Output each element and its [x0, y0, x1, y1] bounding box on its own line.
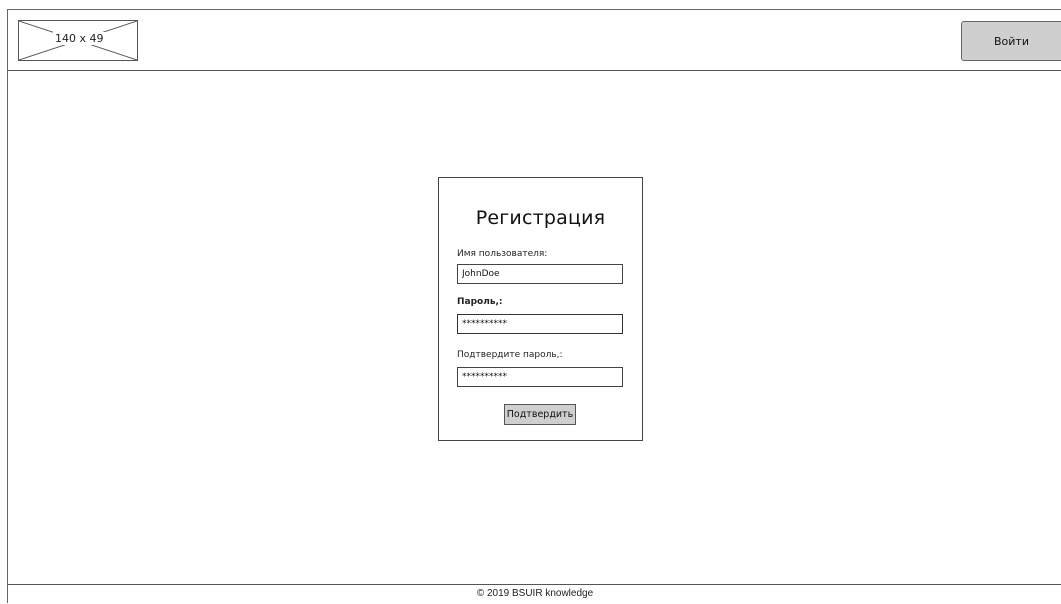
- username-input[interactable]: [457, 264, 623, 284]
- confirm-password-label: Подтвердите пароль,:: [457, 350, 563, 360]
- page-frame: 140 x 49 Войти Регистрация Имя пользоват…: [7, 9, 1061, 603]
- username-label: Имя пользователя:: [457, 249, 548, 259]
- logo-placeholder-label: 140 x 49: [53, 32, 106, 45]
- form-title: Регистрация: [475, 207, 606, 229]
- logo-image-placeholder: 140 x 49: [18, 20, 138, 61]
- password-input[interactable]: [457, 314, 623, 334]
- copyright-text: © 2019 BSUIR knowledge: [476, 588, 594, 599]
- footer: © 2019 BSUIR knowledge: [8, 584, 1061, 604]
- header: 140 x 49 Войти: [8, 10, 1061, 71]
- submit-button[interactable]: Подтвердить: [504, 404, 576, 425]
- password-label: Пароль,:: [457, 297, 503, 307]
- confirm-password-input[interactable]: [457, 367, 623, 387]
- login-button[interactable]: Войти: [961, 21, 1061, 61]
- registration-form: Регистрация Имя пользователя: Пароль,: П…: [438, 177, 643, 441]
